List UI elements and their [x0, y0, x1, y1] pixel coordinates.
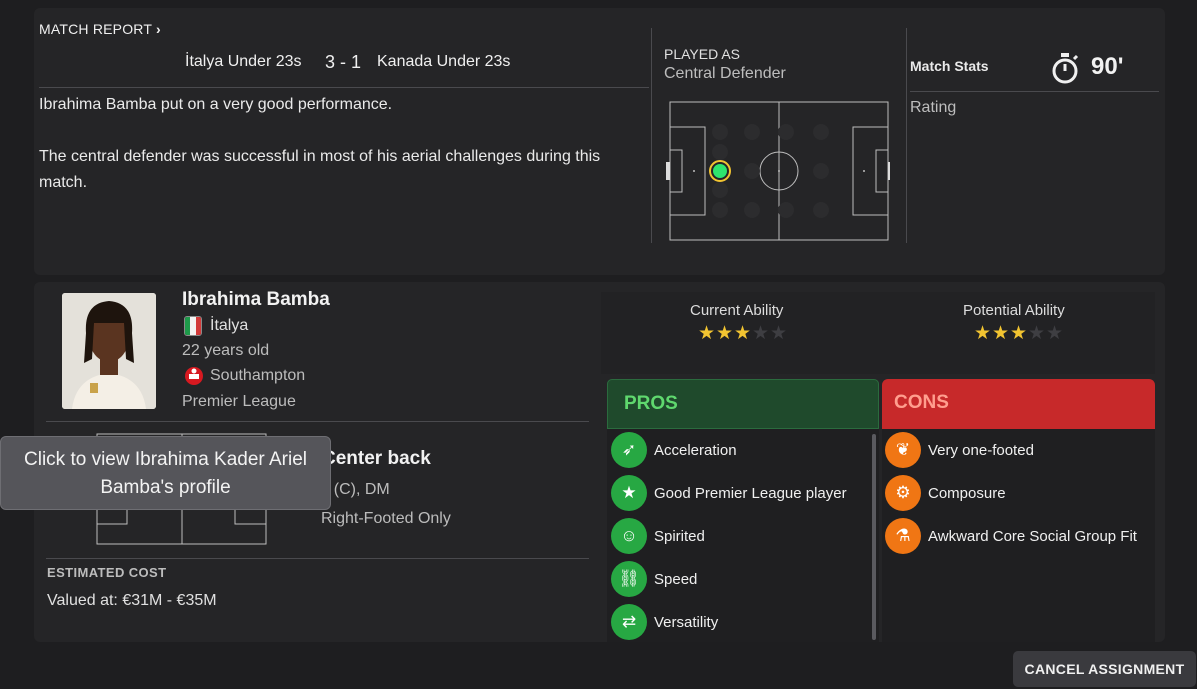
current-ability-label: Current Ability: [690, 302, 784, 319]
boot-icon: ➶: [611, 432, 647, 468]
star-filled-icon: ★: [716, 323, 734, 344]
star-filled-icon: ★: [698, 323, 716, 344]
profile-tooltip: Click to view Ibrahima Kader Ariel Bamba…: [0, 436, 331, 510]
report-paragraph-1: Ibrahima Bamba put on a very good perfor…: [39, 96, 393, 113]
pro-trait-versatility: ⇄ Versatility: [611, 604, 718, 640]
divider: [46, 421, 589, 422]
pro-trait-acceleration: ➶ Acceleration: [611, 432, 737, 468]
player-role: Center back: [322, 448, 431, 469]
report-paragraph-2: The central defender was successful in m…: [39, 148, 601, 191]
star-filled-icon: ★: [734, 323, 752, 344]
player-photo[interactable]: [62, 293, 156, 409]
cancel-assignment-button[interactable]: CANCEL ASSIGNMENT: [1013, 651, 1196, 687]
italy-flag-icon: [184, 316, 202, 336]
pro-trait-label: Versatility: [654, 613, 719, 631]
away-team[interactable]: Kanada Under 23s: [377, 53, 510, 71]
player-league[interactable]: Premier League: [182, 393, 296, 411]
club-badge-icon: [185, 367, 203, 385]
con-trait-social-fit: ⚗ Awkward Core Social Group Fit: [885, 518, 1137, 554]
stopwatch-icon: [1052, 53, 1079, 84]
pro-trait-label: Speed: [654, 570, 698, 588]
home-team[interactable]: İtalya Under 23s: [185, 53, 302, 71]
rating-label: Rating: [910, 99, 957, 116]
pro-trait-label: Good Premier League player: [654, 484, 847, 502]
divider: [910, 91, 1159, 92]
pros-scrollbar[interactable]: [872, 434, 876, 640]
pro-trait-label: Spirited: [654, 527, 705, 545]
vertical-divider: [906, 28, 907, 243]
con-trait-one-footed: ❦ Very one-footed: [885, 432, 1034, 468]
con-trait-label: Very one-footed: [928, 441, 1034, 459]
con-trait-composure: ⚙ Composure: [885, 475, 1006, 511]
pro-trait-label: Acceleration: [654, 441, 737, 459]
vertical-divider: [651, 28, 652, 243]
chevron-right-icon: ›: [155, 21, 161, 37]
gear-icon: ⚙: [885, 475, 921, 511]
flask-icon: ⚗: [885, 518, 921, 554]
potential-ability-stars: ★★★★★: [974, 323, 1064, 344]
con-trait-label: Composure: [928, 484, 1006, 502]
match-report-link[interactable]: MATCH REPORT ›: [39, 21, 161, 37]
player-positions: ) (C), DM: [324, 481, 390, 498]
estimated-cost-label: ESTIMATED COST: [47, 565, 167, 580]
head-icon: ☺: [611, 518, 647, 554]
minutes-played: 90': [1091, 53, 1124, 80]
current-ability-stars: ★★★★★: [698, 323, 788, 344]
star-empty-icon: ★: [1046, 323, 1064, 344]
star-icon: ★: [611, 475, 647, 511]
estimated-cost-value: Valued at: €31M - €35M: [47, 592, 217, 609]
score: 3 - 1: [325, 52, 362, 72]
divider: [46, 558, 589, 559]
player-age: 22 years old: [182, 342, 270, 359]
star-filled-icon: ★: [974, 323, 992, 344]
player-position-dot: [713, 164, 727, 178]
player-name[interactable]: Ibrahima Bamba: [182, 289, 330, 311]
pitch-diagram: [666, 101, 890, 241]
match-report-label: MATCH REPORT: [39, 21, 152, 37]
player-footedness: Right-Footed Only: [321, 510, 451, 527]
pros-header: PROS: [607, 379, 879, 429]
played-as-label: PLAYED AS: [664, 46, 741, 62]
star-empty-icon: ★: [752, 323, 770, 344]
star-filled-icon: ★: [992, 323, 1010, 344]
star-empty-icon: ★: [770, 323, 788, 344]
player-club[interactable]: Southampton: [210, 367, 305, 385]
cons-header: CONS: [882, 379, 1155, 429]
star-filled-icon: ★: [1010, 323, 1028, 344]
pro-trait-speed: ⛓ Speed: [611, 561, 697, 597]
pro-trait-spirited: ☺ Spirited: [611, 518, 705, 554]
divider: [39, 87, 649, 88]
potential-ability-label: Potential Ability: [963, 302, 1065, 319]
arrows-icon: ⇄: [611, 604, 647, 640]
footprint-icon: ❦: [885, 432, 921, 468]
pro-trait-good-league-player: ★ Good Premier League player: [611, 475, 847, 511]
player-nation[interactable]: İtalya: [210, 317, 248, 335]
match-stats-label: Match Stats: [910, 58, 989, 74]
link-icon: ⛓: [611, 561, 647, 597]
played-as-position: Central Defender: [664, 65, 786, 82]
match-report-panel: MATCH REPORT › İtalya Under 23s 3 - 1 Ka…: [34, 8, 1165, 275]
abilities-box: [601, 292, 1155, 374]
con-trait-label: Awkward Core Social Group Fit: [928, 527, 1137, 545]
star-empty-icon: ★: [1028, 323, 1046, 344]
player-portrait-image: [62, 293, 156, 409]
